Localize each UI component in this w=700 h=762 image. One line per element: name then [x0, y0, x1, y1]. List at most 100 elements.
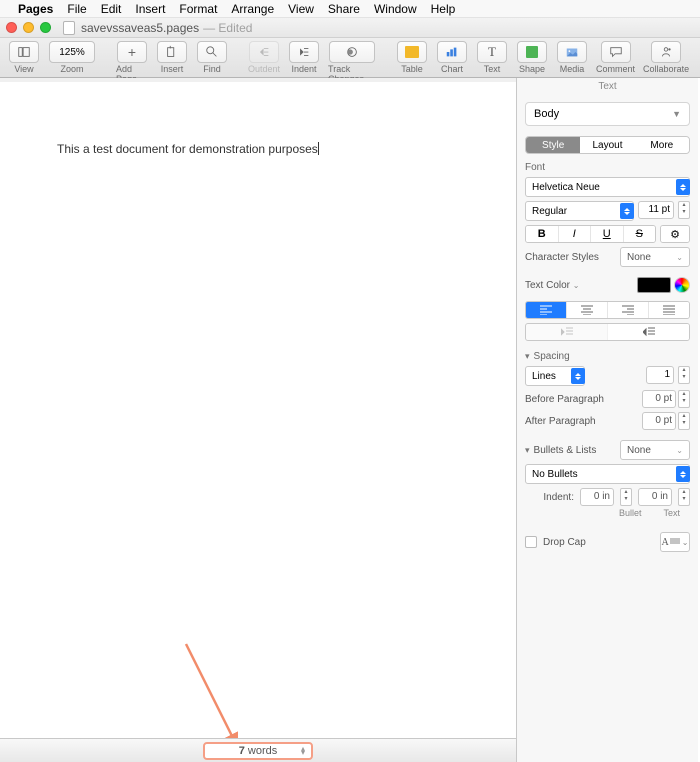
menu-file[interactable]: File — [67, 2, 86, 16]
zoom-select[interactable]: 125% — [49, 41, 95, 63]
document-page[interactable]: This a test document for demonstration p… — [7, 82, 509, 738]
inspector-tabs: Style Layout More — [525, 136, 690, 154]
view-label: View — [14, 64, 33, 74]
outdent-label: Outdent — [248, 64, 280, 74]
bullets-preset-value: None — [627, 445, 651, 456]
color-picker-icon[interactable] — [674, 277, 690, 293]
document-body-text[interactable]: This a test document for demonstration p… — [57, 142, 318, 156]
select-arrows-icon — [571, 368, 585, 384]
menu-app[interactable]: Pages — [18, 2, 53, 16]
underline-button[interactable]: U — [591, 226, 624, 242]
select-arrows-icon — [620, 203, 634, 219]
collaborate-button[interactable] — [651, 41, 681, 63]
charstyles-value: None — [627, 252, 651, 263]
indent-label: Indent — [292, 64, 317, 74]
outdent-inspector-button[interactable] — [526, 324, 608, 340]
font-section-label: Font — [525, 162, 690, 173]
insert-button[interactable] — [157, 41, 187, 63]
indent-bullet-field[interactable]: 0 in — [580, 488, 614, 506]
media-label: Media — [560, 64, 585, 74]
text-settings-button[interactable]: ⚙︎ — [661, 226, 689, 242]
word-count[interactable]: 7 words ▴▾ — [203, 742, 313, 760]
find-label: Find — [203, 64, 221, 74]
disclosure-icon[interactable]: ▾ — [525, 445, 530, 455]
zoom-label: Zoom — [60, 64, 83, 74]
disclosure-icon[interactable]: ▾ — [525, 351, 530, 361]
spacing-stepper[interactable]: ▴▾ — [678, 366, 690, 384]
textcolor-label: Text Color — [525, 280, 570, 291]
trackchanges-button[interactable] — [329, 41, 375, 63]
paragraph-style-value: Body — [534, 108, 559, 120]
menu-insert[interactable]: Insert — [135, 2, 165, 16]
indent-label: Indent: — [543, 492, 574, 503]
shape-button[interactable] — [517, 41, 547, 63]
view-button[interactable] — [9, 41, 39, 63]
dropcap-checkbox[interactable] — [525, 536, 537, 548]
align-justify-button[interactable] — [649, 302, 689, 318]
minimize-button[interactable] — [23, 22, 34, 33]
spacing-mode-value: Lines — [532, 371, 556, 382]
close-button[interactable] — [6, 22, 17, 33]
bullets-preset-select[interactable]: None ⌄ — [620, 440, 690, 460]
text-label: Text — [484, 64, 501, 74]
indent-inspector-button[interactable] — [608, 324, 689, 340]
find-button[interactable] — [197, 41, 227, 63]
word-count-number: 7 — [239, 745, 245, 757]
after-paragraph-field[interactable]: 0 pt — [642, 412, 676, 430]
before-paragraph-field[interactable]: 0 pt — [642, 390, 676, 408]
chart-label: Chart — [441, 64, 463, 74]
table-label: Table — [401, 64, 423, 74]
align-center-button[interactable] — [567, 302, 608, 318]
media-button[interactable] — [557, 41, 587, 63]
tab-more[interactable]: More — [635, 137, 689, 153]
after-paragraph-stepper[interactable]: ▴▾ — [678, 412, 690, 430]
select-arrows-icon — [676, 466, 690, 482]
paragraph-style-popup[interactable]: Body ▼ — [525, 102, 690, 126]
before-paragraph-stepper[interactable]: ▴▾ — [678, 390, 690, 408]
chevron-down-icon: ▼ — [672, 109, 681, 119]
comment-button[interactable] — [601, 41, 631, 63]
font-style-select[interactable]: Regular — [525, 201, 634, 221]
table-button[interactable] — [397, 41, 427, 63]
tab-layout[interactable]: Layout — [580, 137, 634, 153]
indent-text-stepper[interactable]: ▴▾ — [678, 488, 690, 506]
menu-format[interactable]: Format — [179, 2, 217, 16]
indent-text-field[interactable]: 0 in — [638, 488, 672, 506]
text-cursor — [318, 142, 319, 155]
document-proxy-icon[interactable] — [63, 21, 75, 35]
bold-button[interactable]: B — [526, 226, 559, 242]
textcolor-swatch[interactable] — [637, 277, 671, 293]
addpage-button[interactable]: + — [117, 41, 147, 63]
menu-window[interactable]: Window — [374, 2, 417, 16]
indent-button[interactable] — [289, 41, 319, 63]
strike-button[interactable]: S — [624, 226, 656, 242]
font-size-stepper[interactable]: ▴▾ — [678, 201, 690, 219]
align-left-button[interactable] — [526, 302, 567, 318]
charstyles-select[interactable]: None ⌄ — [620, 247, 690, 267]
font-size-field[interactable]: 11 pt — [638, 201, 674, 219]
chevron-down-icon: ⌄ — [573, 281, 580, 290]
spacing-value-field[interactable]: 1 — [646, 366, 674, 384]
menu-view[interactable]: View — [288, 2, 314, 16]
menu-arrange[interactable]: Arrange — [231, 2, 274, 16]
indent-bullet-stepper[interactable]: ▴▾ — [620, 488, 632, 506]
font-family-select[interactable]: Helvetica Neue — [525, 177, 690, 197]
dropcap-style-button[interactable]: A ⌄ — [660, 532, 690, 552]
text-button[interactable]: T — [477, 41, 507, 63]
document-title[interactable]: savevssaveas5.pages — [81, 21, 199, 35]
menu-help[interactable]: Help — [431, 2, 456, 16]
outdent-button[interactable] — [249, 41, 279, 63]
italic-button[interactable]: I — [559, 226, 592, 242]
font-style-value: Regular — [532, 206, 567, 217]
word-count-stepper-icon[interactable]: ▴▾ — [301, 747, 305, 755]
chart-button[interactable] — [437, 41, 467, 63]
tab-style[interactable]: Style — [526, 137, 580, 153]
chevron-down-icon: ⌄ — [682, 538, 689, 547]
menu-edit[interactable]: Edit — [101, 2, 122, 16]
spacing-mode-select[interactable]: Lines — [525, 366, 585, 386]
align-right-button[interactable] — [608, 302, 649, 318]
insert-label: Insert — [161, 64, 184, 74]
menu-share[interactable]: Share — [328, 2, 360, 16]
fullscreen-button[interactable] — [40, 22, 51, 33]
bullets-type-select[interactable]: No Bullets — [525, 464, 690, 484]
